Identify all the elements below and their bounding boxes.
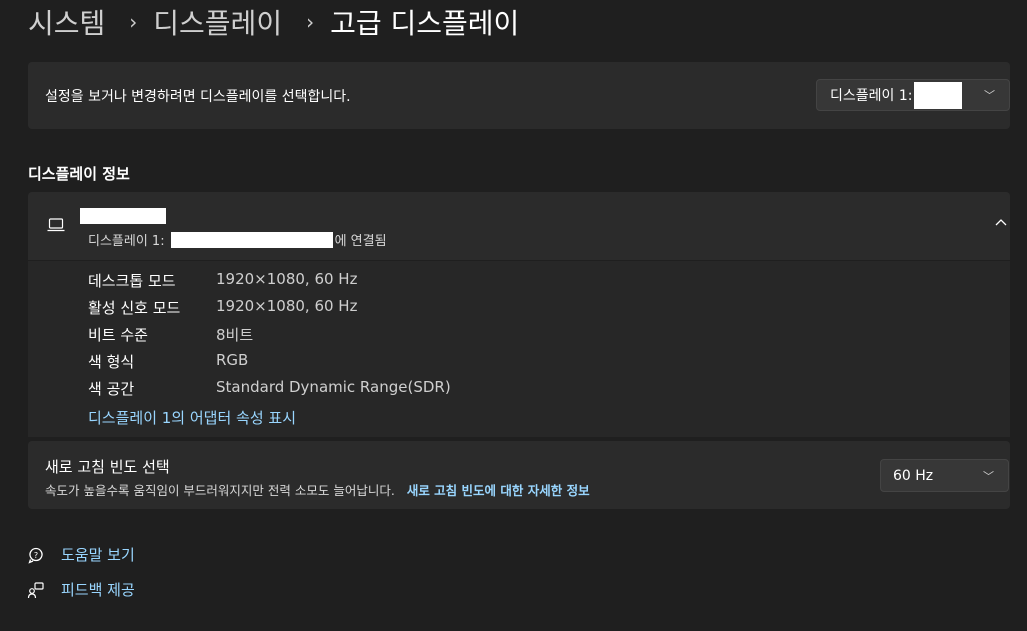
display-dropdown-value: 디스플레이 1:	[830, 88, 913, 104]
give-feedback-label: 피드백 제공	[61, 581, 135, 599]
connection-info: 디스플레이 1: 에 연결됨	[88, 230, 387, 249]
adapter-properties-link[interactable]: 디스플레이 1의 어댑터 속성 표시	[88, 407, 296, 428]
chevron-right-icon: ›	[306, 10, 315, 34]
info-value: 1920×1080, 60 Hz	[216, 270, 358, 288]
refresh-rate-info-link[interactable]: 새로 고침 빈도에 대한 자세한 정보	[407, 483, 590, 498]
display-select-prompt: 설정을 보거나 변경하려면 디스플레이를 선택합니다.	[45, 89, 351, 105]
help-icon: ?	[28, 547, 43, 564]
get-help-label: 도움말 보기	[61, 546, 135, 564]
connection-suffix: 에 연결됨	[334, 234, 387, 249]
breadcrumb-display[interactable]: 디스플레이	[153, 2, 282, 42]
refresh-rate-title: 새로 고침 빈도 선택	[45, 458, 170, 476]
page-title: 고급 디스플레이	[330, 7, 520, 40]
info-row-color-format: 색 형식 RGB	[88, 351, 248, 372]
redacted-display-name	[914, 81, 963, 109]
laptop-icon	[47, 218, 65, 232]
breadcrumb: 시스템 › 디스플레이 › 고급 디스플레이	[28, 2, 519, 42]
display-dropdown[interactable]: 디스플레이 1: ﹀	[816, 79, 1010, 111]
refresh-rate-description-text: 속도가 높을수록 움직임이 부드러워지지만 전력 소모도 늘어납니다.	[45, 483, 395, 498]
chevron-right-icon: ›	[129, 10, 138, 34]
display-info-card: 디스플레이 1: 에 연결됨 데스크톱 모드 1920×1080, 60 Hz …	[28, 192, 1010, 437]
refresh-rate-description: 속도가 높을수록 움직임이 부드러워지지만 전력 소모도 늘어납니다. 새로 고…	[45, 480, 590, 499]
info-value: 8비트	[216, 326, 254, 344]
display-info-details: 데스크톱 모드 1920×1080, 60 Hz 활성 신호 모드 1920×1…	[28, 261, 1010, 437]
refresh-rate-value: 60 Hz	[893, 467, 934, 484]
info-label: 활성 신호 모드	[88, 299, 181, 317]
info-label: 색 형식	[88, 353, 135, 371]
info-label: 데스크톱 모드	[88, 272, 176, 290]
display-select-card: 설정을 보거나 변경하려면 디스플레이를 선택합니다. 디스플레이 1: ﹀	[28, 62, 1010, 129]
connection-prefix: 디스플레이 1:	[88, 234, 165, 249]
info-row-active-signal-mode: 활성 신호 모드 1920×1080, 60 Hz	[88, 297, 357, 318]
info-row-color-space: 색 공간 Standard Dynamic Range(SDR)	[88, 378, 451, 399]
redacted-adapter-name	[170, 231, 333, 248]
chevron-up-icon[interactable]	[995, 218, 1007, 226]
info-label: 색 공간	[88, 380, 135, 398]
display-info-header[interactable]: 디스플레이 1: 에 연결됨	[28, 192, 1010, 261]
refresh-rate-dropdown[interactable]: 60 Hz ﹀	[880, 459, 1009, 492]
breadcrumb-system[interactable]: 시스템	[28, 2, 105, 42]
get-help-link[interactable]: ? 도움말 보기	[27, 544, 135, 565]
svg-text:?: ?	[34, 551, 38, 560]
info-value: Standard Dynamic Range(SDR)	[216, 378, 451, 396]
chevron-down-icon: ﹀	[983, 469, 994, 483]
info-value: RGB	[216, 351, 249, 369]
section-title-display-info: 디스플레이 정보	[28, 165, 130, 183]
refresh-rate-card: 새로 고침 빈도 선택 속도가 높을수록 움직임이 부드러워지지만 전력 소모도…	[28, 441, 1010, 509]
give-feedback-link[interactable]: 피드백 제공	[27, 579, 135, 600]
info-value: 1920×1080, 60 Hz	[216, 297, 358, 315]
feedback-icon	[27, 581, 44, 598]
info-row-bit-depth: 비트 수준 8비트	[88, 324, 253, 345]
info-label: 비트 수준	[88, 326, 148, 344]
info-row-desktop-mode: 데스크톱 모드 1920×1080, 60 Hz	[88, 270, 357, 291]
chevron-down-icon: ﹀	[984, 89, 995, 102]
redacted-monitor-name	[80, 208, 166, 224]
